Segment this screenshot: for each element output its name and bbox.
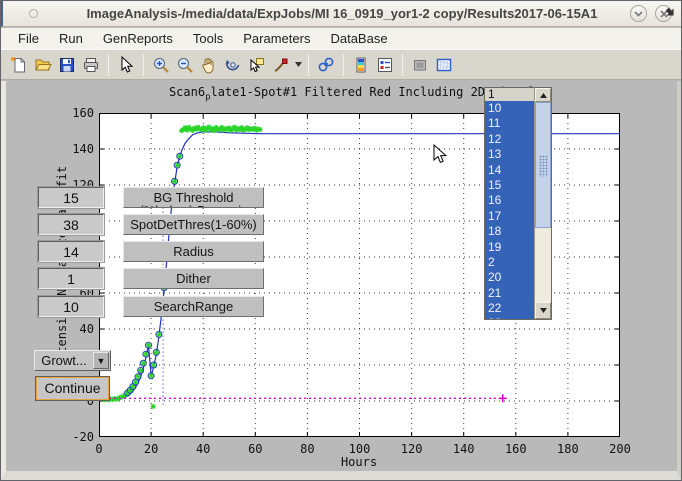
minimize-button[interactable] [630, 5, 647, 22]
datatip-icon[interactable] [245, 53, 269, 77]
x-tick-label: 180 [551, 442, 585, 456]
grey-square-icon[interactable] [408, 53, 432, 77]
toolbar-separator [308, 54, 309, 76]
spot-det-thres-field[interactable] [38, 214, 104, 235]
menu-item-run[interactable]: Run [50, 29, 92, 48]
pan-hand-icon[interactable] [197, 53, 221, 77]
data-point-marker [143, 352, 148, 357]
scrollbar-thumb[interactable] [535, 102, 551, 228]
menu-item-parameters[interactable]: Parameters [234, 29, 319, 48]
dither-field[interactable] [38, 268, 104, 289]
link-plots-icon[interactable] [314, 53, 338, 77]
search-range-field[interactable] [38, 296, 104, 317]
data-point-marker [175, 163, 180, 168]
window-title: ImageAnalysis-/media/data/ExpJobs/MI 16_… [3, 6, 681, 21]
rotate-3d-icon[interactable] [221, 53, 245, 77]
data-point-marker [151, 404, 156, 409]
data-point-marker [133, 380, 138, 385]
data-point-marker [141, 361, 146, 366]
new-file-icon[interactable] [7, 53, 31, 77]
scrollbar-grip [539, 155, 548, 177]
titlebar: ImageAnalysis-/media/data/ExpJobs/MI 16_… [1, 1, 681, 27]
x-tick-label: 0 [82, 442, 116, 456]
spot-number-list[interactable]: 1 10111213141516171819220212223 [484, 87, 552, 320]
x-tick-label: 80 [290, 442, 324, 456]
data-point-marker [151, 362, 156, 367]
zoom-in-icon[interactable] [149, 53, 173, 77]
x-tick-label: 120 [395, 442, 429, 456]
menu-item-genreports[interactable]: GenReports [94, 29, 182, 48]
save-icon[interactable] [55, 53, 79, 77]
bg-threshold-button-line2: (%below) Dynamic [124, 205, 263, 208]
spot-det-thres-button[interactable]: SpotDetThres(1-60%) [123, 214, 264, 235]
menubar: FileRunGenReportsToolsParametersDataBase [1, 28, 681, 49]
continue-button[interactable]: Continue [36, 377, 109, 400]
dropdown-scrollbar[interactable] [534, 88, 551, 319]
scroll-up-icon[interactable] [535, 88, 551, 102]
x-tick-label: 60 [238, 442, 272, 456]
menu-overflow-arrow[interactable] [665, 7, 675, 17]
data-point-marker [257, 127, 262, 132]
toolbar-separator [343, 54, 344, 76]
data-point-marker [149, 373, 154, 378]
cursor-tool-icon[interactable] [114, 53, 138, 77]
y-tick-label: 160 [62, 106, 94, 120]
menu-item-tools[interactable]: Tools [184, 29, 232, 48]
x-tick-label: 160 [499, 442, 533, 456]
legend-icon[interactable] [373, 53, 397, 77]
radius-button[interactable]: Radius [123, 241, 264, 262]
data-point-marker [172, 179, 177, 184]
figure-canvas: Scan6plate1-Spot#1 Filtered Red Includin… [1, 81, 681, 480]
open-folder-icon[interactable] [31, 53, 55, 77]
plot-xlabel: Hours [341, 455, 377, 469]
brush-caret-down-icon[interactable] [293, 53, 303, 77]
dock-window-icon[interactable] [432, 53, 456, 77]
chevron-down-icon [634, 11, 643, 17]
x-tick-label: 20 [134, 442, 168, 456]
brush-icon[interactable] [269, 53, 293, 77]
x-tick-label: 40 [186, 442, 220, 456]
menu-item-database[interactable]: DataBase [321, 29, 396, 48]
x-tick-label: 200 [603, 442, 637, 456]
data-point-marker [154, 350, 159, 355]
data-point-marker [177, 154, 182, 159]
data-point-marker [135, 374, 140, 379]
growth-model-label: Growt... [35, 353, 93, 368]
print-icon[interactable] [79, 53, 103, 77]
menu-item-file[interactable]: File [9, 29, 48, 48]
data-point-marker [138, 368, 143, 373]
chevron-down-icon: ▼ [93, 352, 109, 369]
x-tick-label: 100 [343, 442, 377, 456]
toolbar-separator [402, 54, 403, 76]
data-point-marker [156, 332, 161, 337]
toolbar-separator [143, 54, 144, 76]
zoom-out-icon[interactable] [173, 53, 197, 77]
scroll-down-icon[interactable] [535, 302, 551, 319]
dither-button[interactable]: Dither [123, 268, 264, 289]
growth-model-dropdown[interactable]: Growt... ▼ [34, 350, 111, 371]
bg-threshold-field[interactable] [38, 187, 104, 208]
colorbar-icon[interactable] [349, 53, 373, 77]
toolbar [1, 49, 681, 80]
toolbar-separator [108, 54, 109, 76]
x-tick-label: 140 [447, 442, 481, 456]
radius-field[interactable] [38, 241, 104, 262]
search-range-button[interactable]: SearchRange [123, 296, 264, 317]
app-window: ImageAnalysis-/media/data/ExpJobs/MI 16_… [0, 0, 682, 481]
bg-threshold-button[interactable]: BG Threshold(%below) Dynamic [123, 187, 264, 208]
data-point-marker [146, 343, 151, 348]
y-tick-label: -20 [62, 430, 94, 444]
mouse-cursor-icon [433, 144, 447, 165]
